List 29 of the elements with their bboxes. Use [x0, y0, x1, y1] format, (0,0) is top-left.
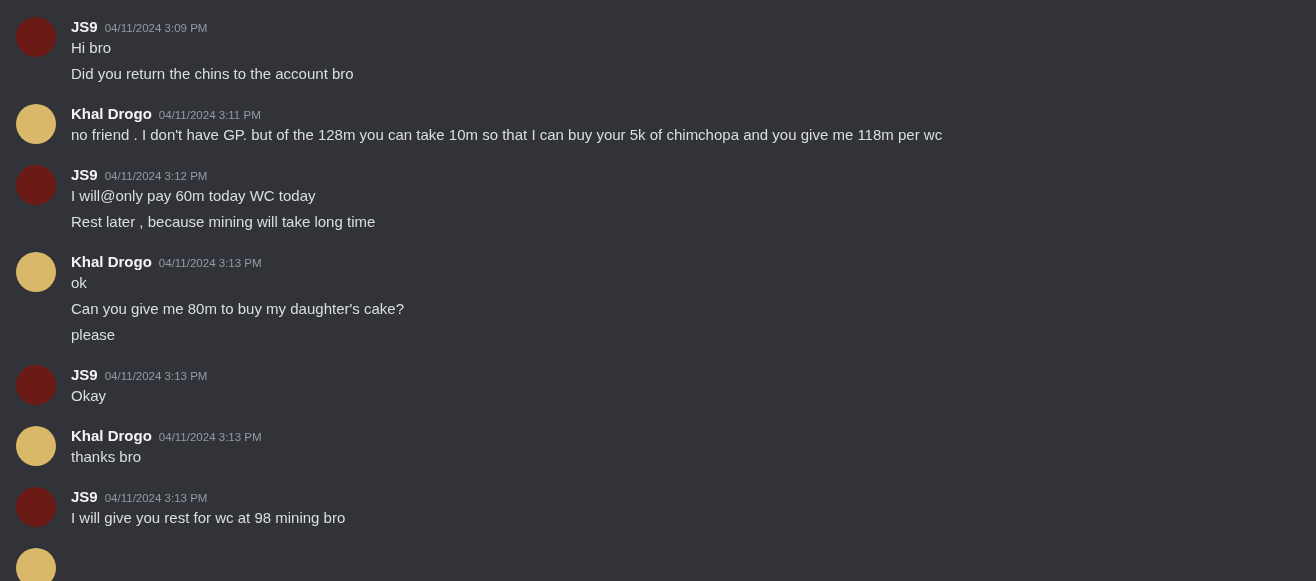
message-text: please: [71, 325, 117, 345]
username[interactable]: JS9: [71, 16, 98, 38]
username[interactable]: Khal Drogo: [71, 425, 152, 447]
message-text: Hi bro: [71, 38, 112, 58]
message-text: I will@only pay 60m today WC today: [71, 186, 317, 206]
message-text: thanks bro: [71, 447, 143, 467]
timestamp: 04/11/2024 3:13 PM: [104, 369, 208, 384]
message-text: I will give you rest for wc at 98 mining bro: [71, 508, 346, 528]
message-text: Okay: [71, 386, 107, 406]
message-text: Rest later , because mining will take long time: [71, 212, 376, 232]
timestamp: 04/11/2024 3:09 PM: [104, 21, 208, 36]
message-text: ok: [71, 273, 88, 293]
avatar[interactable]: [16, 252, 56, 292]
avatar[interactable]: [16, 426, 56, 466]
message-text: no friend . I don't have GP. but of the 128m you can take 10m so that I can buy your 5k of chimchopa and you give me 118m per wc: [71, 125, 943, 145]
message-text: Did you return the chins to the account bro: [71, 64, 354, 84]
username[interactable]: JS9: [71, 486, 98, 508]
timestamp: 04/11/2024 3:13 PM: [158, 256, 262, 271]
avatar[interactable]: [16, 104, 56, 144]
message-text: Can you give me 80m to buy my daughter's cake?: [71, 299, 405, 319]
timestamp: 04/11/2024 3:11 PM: [158, 108, 261, 123]
timestamp: 04/11/2024 3:13 PM: [104, 491, 208, 506]
timestamp: 04/11/2024 3:12 PM: [104, 169, 208, 184]
timestamp: 04/11/2024 3:13 PM: [158, 430, 262, 445]
username[interactable]: JS9: [71, 364, 98, 386]
username[interactable]: Khal Drogo: [71, 103, 152, 125]
username[interactable]: JS9: [71, 164, 98, 186]
avatar[interactable]: [16, 548, 56, 581]
username[interactable]: Khal Drogo: [71, 251, 152, 273]
